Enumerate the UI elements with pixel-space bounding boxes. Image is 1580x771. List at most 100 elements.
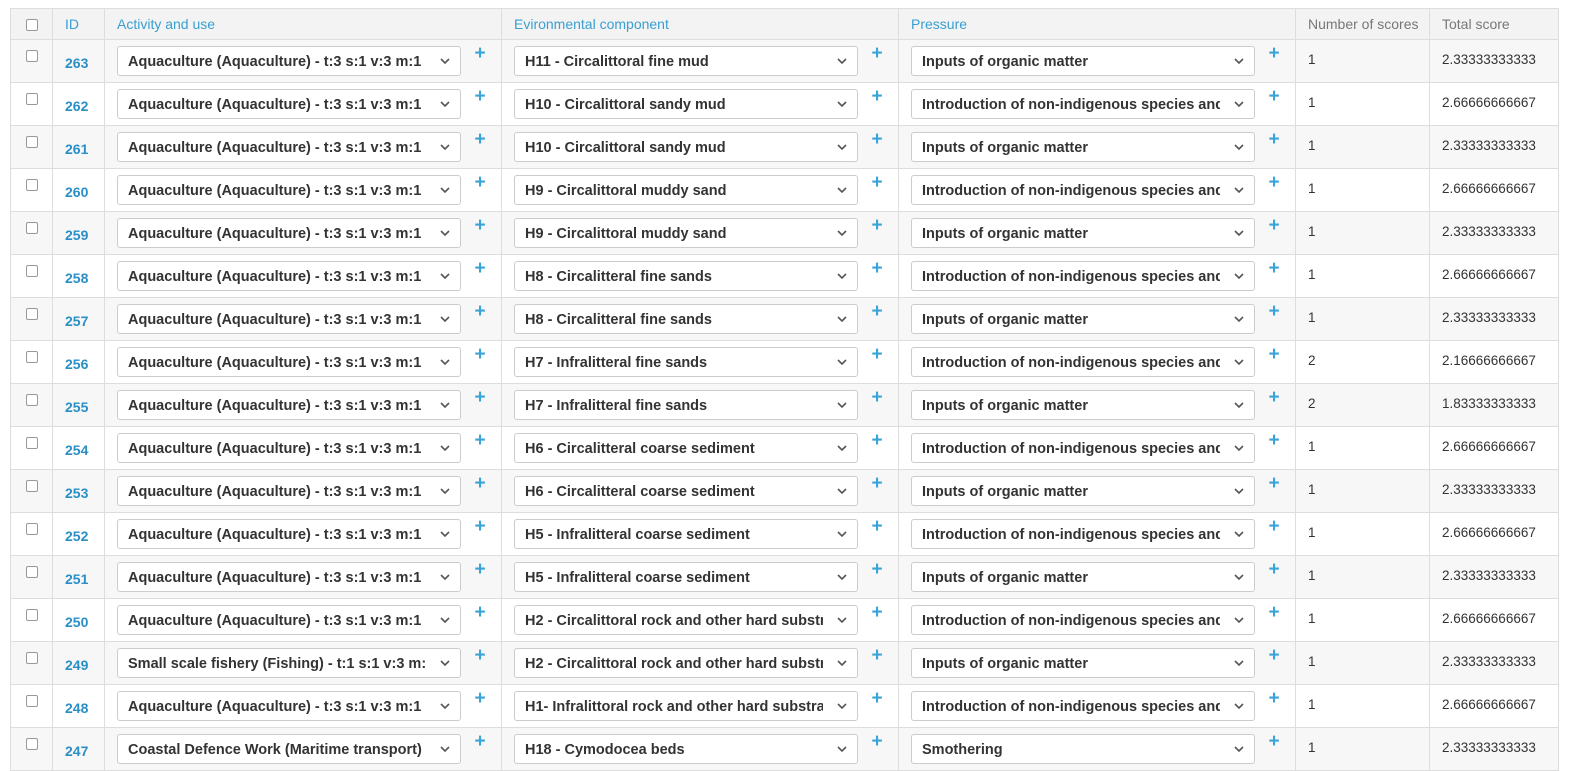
row-checkbox[interactable] bbox=[25, 738, 38, 750]
component-select[interactable]: H6 - Circalitteral coarse sediment bbox=[514, 476, 858, 506]
row-id-link[interactable]: 257 bbox=[65, 313, 104, 329]
activity-select[interactable]: Aquaculture (Aquaculture) - t:3 s:1 v:3 … bbox=[117, 605, 461, 635]
add-component-button[interactable]: + bbox=[867, 302, 887, 322]
component-select[interactable]: H18 - Cymodocea beds bbox=[514, 734, 858, 764]
add-component-button[interactable]: + bbox=[867, 44, 887, 64]
activity-select[interactable]: Aquaculture (Aquaculture) - t:3 s:1 v:3 … bbox=[117, 218, 461, 248]
pressure-select[interactable]: Introduction of non-indigenous species a… bbox=[911, 605, 1255, 635]
row-id-link[interactable]: 261 bbox=[65, 141, 104, 157]
activity-select[interactable]: Aquaculture (Aquaculture) - t:3 s:1 v:3 … bbox=[117, 691, 461, 721]
activity-select[interactable]: Small scale fishery (Fishing) - t:1 s:1 … bbox=[117, 648, 461, 678]
row-id-link[interactable]: 262 bbox=[65, 98, 104, 114]
row-id-link[interactable]: 249 bbox=[65, 657, 104, 673]
row-id-link[interactable]: 250 bbox=[65, 614, 104, 630]
add-component-button[interactable]: + bbox=[867, 517, 887, 537]
row-id-link[interactable]: 254 bbox=[65, 442, 104, 458]
add-pressure-button[interactable]: + bbox=[1264, 732, 1284, 752]
pressure-select[interactable]: Introduction of non-indigenous species a… bbox=[911, 433, 1255, 463]
add-pressure-button[interactable]: + bbox=[1264, 130, 1284, 150]
pressure-select[interactable]: Smothering bbox=[911, 734, 1255, 764]
add-component-button[interactable]: + bbox=[867, 431, 887, 451]
row-checkbox[interactable] bbox=[25, 50, 38, 62]
component-select[interactable]: H2 - Circalittoral rock and other hard s… bbox=[514, 648, 858, 678]
row-checkbox[interactable] bbox=[25, 93, 38, 105]
pressure-select[interactable]: Introduction of non-indigenous species a… bbox=[911, 691, 1255, 721]
add-activity-button[interactable]: + bbox=[470, 216, 490, 236]
add-pressure-button[interactable]: + bbox=[1264, 689, 1284, 709]
add-component-button[interactable]: + bbox=[867, 130, 887, 150]
add-activity-button[interactable]: + bbox=[470, 474, 490, 494]
row-checkbox[interactable] bbox=[25, 652, 38, 664]
row-id-link[interactable]: 247 bbox=[65, 743, 104, 759]
activity-select[interactable]: Aquaculture (Aquaculture) - t:3 s:1 v:3 … bbox=[117, 347, 461, 377]
component-select[interactable]: H7 - Infralitteral fine sands bbox=[514, 390, 858, 420]
component-select[interactable]: H10 - Circalittoral sandy mud bbox=[514, 132, 858, 162]
activity-select[interactable]: Aquaculture (Aquaculture) - t:3 s:1 v:3 … bbox=[117, 89, 461, 119]
pressure-select[interactable]: Inputs of organic matter bbox=[911, 218, 1255, 248]
add-component-button[interactable]: + bbox=[867, 259, 887, 279]
row-checkbox[interactable] bbox=[25, 222, 38, 234]
column-header-activity[interactable]: Activity and use bbox=[104, 8, 502, 40]
add-activity-button[interactable]: + bbox=[470, 646, 490, 666]
row-checkbox[interactable] bbox=[25, 523, 38, 535]
activity-select[interactable]: Aquaculture (Aquaculture) - t:3 s:1 v:3 … bbox=[117, 46, 461, 76]
activity-select[interactable]: Aquaculture (Aquaculture) - t:3 s:1 v:3 … bbox=[117, 433, 461, 463]
add-activity-button[interactable]: + bbox=[470, 431, 490, 451]
add-component-button[interactable]: + bbox=[867, 646, 887, 666]
component-select[interactable]: H5 - Infralitteral coarse sediment bbox=[514, 562, 858, 592]
add-activity-button[interactable]: + bbox=[470, 130, 490, 150]
activity-select[interactable]: Aquaculture (Aquaculture) - t:3 s:1 v:3 … bbox=[117, 519, 461, 549]
pressure-select[interactable]: Introduction of non-indigenous species a… bbox=[911, 175, 1255, 205]
pressure-select[interactable]: Inputs of organic matter bbox=[911, 648, 1255, 678]
pressure-select[interactable]: Inputs of organic matter bbox=[911, 132, 1255, 162]
activity-select[interactable]: Aquaculture (Aquaculture) - t:3 s:1 v:3 … bbox=[117, 261, 461, 291]
add-activity-button[interactable]: + bbox=[470, 259, 490, 279]
row-id-link[interactable]: 253 bbox=[65, 485, 104, 501]
component-select[interactable]: H5 - Infralitteral coarse sediment bbox=[514, 519, 858, 549]
pressure-select[interactable]: Inputs of organic matter bbox=[911, 562, 1255, 592]
add-pressure-button[interactable]: + bbox=[1264, 560, 1284, 580]
pressure-select[interactable]: Inputs of organic matter bbox=[911, 476, 1255, 506]
add-component-button[interactable]: + bbox=[867, 388, 887, 408]
row-checkbox[interactable] bbox=[25, 609, 38, 621]
component-select[interactable]: H9 - Circalittoral muddy sand bbox=[514, 218, 858, 248]
add-pressure-button[interactable]: + bbox=[1264, 474, 1284, 494]
column-header-component[interactable]: Evironmental component bbox=[501, 8, 899, 40]
activity-select[interactable]: Aquaculture (Aquaculture) - t:3 s:1 v:3 … bbox=[117, 175, 461, 205]
add-pressure-button[interactable]: + bbox=[1264, 44, 1284, 64]
add-pressure-button[interactable]: + bbox=[1264, 87, 1284, 107]
add-activity-button[interactable]: + bbox=[470, 388, 490, 408]
component-select[interactable]: H8 - Circalitteral fine sands bbox=[514, 304, 858, 334]
add-pressure-button[interactable]: + bbox=[1264, 646, 1284, 666]
add-component-button[interactable]: + bbox=[867, 173, 887, 193]
pressure-select[interactable]: Introduction of non-indigenous species a… bbox=[911, 89, 1255, 119]
add-activity-button[interactable]: + bbox=[470, 689, 490, 709]
add-component-button[interactable]: + bbox=[867, 560, 887, 580]
add-activity-button[interactable]: + bbox=[470, 87, 490, 107]
activity-select[interactable]: Aquaculture (Aquaculture) - t:3 s:1 v:3 … bbox=[117, 390, 461, 420]
component-select[interactable]: H9 - Circalittoral muddy sand bbox=[514, 175, 858, 205]
activity-select[interactable]: Coastal Defence Work (Maritime transport… bbox=[117, 734, 461, 764]
activity-select[interactable]: Aquaculture (Aquaculture) - t:3 s:1 v:3 … bbox=[117, 562, 461, 592]
component-select[interactable]: H1- Infralittoral rock and other hard su… bbox=[514, 691, 858, 721]
row-checkbox[interactable] bbox=[25, 566, 38, 578]
row-checkbox[interactable] bbox=[25, 480, 38, 492]
pressure-select[interactable]: Inputs of organic matter bbox=[911, 46, 1255, 76]
component-select[interactable]: H7 - Infralitteral fine sands bbox=[514, 347, 858, 377]
component-select[interactable]: H8 - Circalitteral fine sands bbox=[514, 261, 858, 291]
add-pressure-button[interactable]: + bbox=[1264, 259, 1284, 279]
component-select[interactable]: H6 - Circalitteral coarse sediment bbox=[514, 433, 858, 463]
row-checkbox[interactable] bbox=[25, 351, 38, 363]
add-activity-button[interactable]: + bbox=[470, 560, 490, 580]
row-checkbox[interactable] bbox=[25, 265, 38, 277]
pressure-select[interactable]: Introduction of non-indigenous species a… bbox=[911, 519, 1255, 549]
row-id-link[interactable]: 259 bbox=[65, 227, 104, 243]
add-pressure-button[interactable]: + bbox=[1264, 345, 1284, 365]
add-component-button[interactable]: + bbox=[867, 345, 887, 365]
add-activity-button[interactable]: + bbox=[470, 603, 490, 623]
add-pressure-button[interactable]: + bbox=[1264, 216, 1284, 236]
add-component-button[interactable]: + bbox=[867, 689, 887, 709]
activity-select[interactable]: Aquaculture (Aquaculture) - t:3 s:1 v:3 … bbox=[117, 132, 461, 162]
add-pressure-button[interactable]: + bbox=[1264, 173, 1284, 193]
row-checkbox[interactable] bbox=[25, 136, 38, 148]
